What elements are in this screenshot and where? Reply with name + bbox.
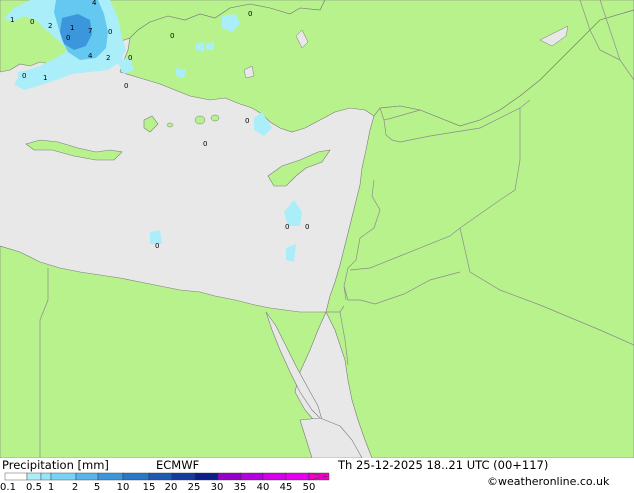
scale-tick-label: 2 [71,482,79,493]
scale-block [240,472,264,481]
scale-block [285,472,310,481]
precipitation-map: 1 0 4 0 2 7 0 1 4 2 0 0 0 1 0 0 0 0 0 0 … [0,0,634,458]
point-value: 0 [66,34,70,42]
scale-tick-label: 45 [279,482,293,493]
scale-tick-label: 15 [142,482,156,493]
scale-tick-label: 40 [256,482,270,493]
point-value: 0 [155,242,159,250]
scale-block [26,472,42,481]
island-small [194,115,206,125]
scale-tick-label: 30 [210,482,224,493]
island-small [166,122,174,128]
point-value: 0 [30,18,34,26]
point-value: 1 [43,74,47,82]
point-value: 1 [10,16,14,24]
scale-block [4,472,28,481]
point-value: 0 [245,117,249,125]
scale-tick-label: 0.5 [26,482,42,493]
point-value: 1 [70,24,74,32]
point-value: 0 [305,223,309,231]
scale-block [217,472,242,481]
scale-tick-label: 1 [47,482,55,493]
scale-block [50,472,77,481]
point-value: 7 [88,27,92,35]
island-small [210,114,220,122]
scale-block [194,472,219,481]
point-value: 4 [92,0,97,7]
scale-tick-label: 25 [187,482,201,493]
scale-block [40,472,52,481]
point-value: 0 [248,10,252,18]
scale-tick-label: 35 [233,482,247,493]
point-value: 0 [128,54,132,62]
scale-tick-label: 50 [302,482,316,493]
scale-block [75,472,99,481]
point-value: 0 [170,32,174,40]
scale-block [148,472,173,481]
point-value: 4 [88,52,93,60]
scale-tick-label: 5 [93,482,101,493]
point-value: 0 [22,72,26,80]
point-value: 0 [285,223,289,231]
scale-block [122,472,150,481]
scale-tick-label: 0.1 [0,482,16,493]
scale-tick-label: 10 [116,482,130,493]
scale-block [171,472,196,481]
scale-tick-label: 20 [164,482,178,493]
scale-block [97,472,124,481]
point-value: 0 [203,140,207,148]
point-value: 0 [124,82,128,90]
scale-block [262,472,287,481]
point-value: 2 [106,54,110,62]
point-value: 2 [48,22,52,30]
point-value: 0 [108,28,112,36]
